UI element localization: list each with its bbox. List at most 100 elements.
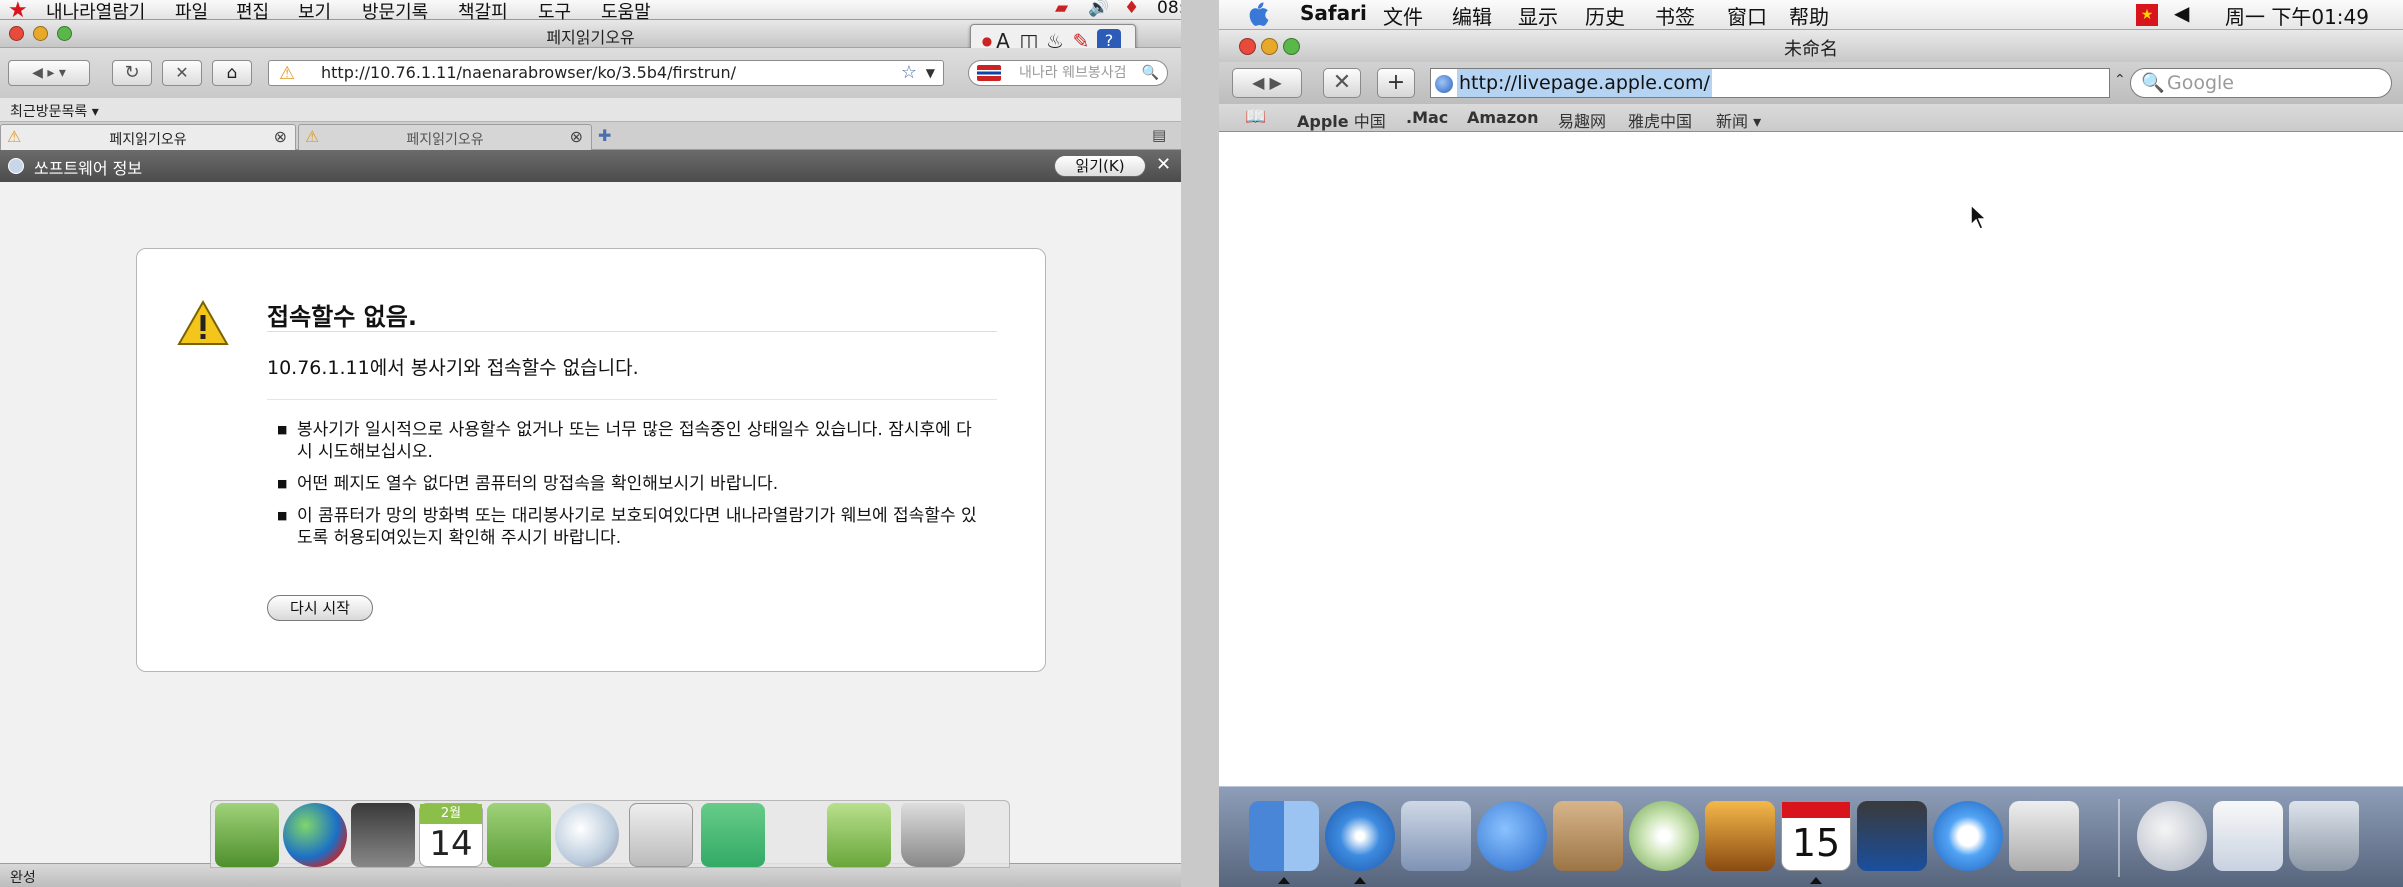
list-item: 어떤 페지도 열수 없다면 콤퓨터의 망접속을 확인해보시기 바랍니다. <box>277 473 977 495</box>
running-indicator <box>1278 877 1290 884</box>
stop-button[interactable]: ✕ <box>1323 68 1361 98</box>
dock-system-tools-icon[interactable] <box>701 803 765 867</box>
chevron-down-icon[interactable]: ▼ <box>926 61 935 85</box>
dock-address-book-icon[interactable] <box>1553 801 1623 871</box>
left-tab-bar: ⚠ 페지읽기오유 ⊗ ⚠ 페지읽기오유 ⊗ ✚ ▤ <box>0 122 1181 150</box>
read-button[interactable]: 읽기(K) <box>1054 155 1146 177</box>
close-tab-icon[interactable]: ⊗ <box>570 127 583 146</box>
dock-address-book-icon[interactable] <box>487 803 551 867</box>
volume-icon[interactable]: 🔊 <box>1088 0 1109 18</box>
dock-itunes-icon[interactable] <box>1629 801 1699 871</box>
menu-item-history[interactable]: 历史 <box>1585 1 1625 30</box>
lock-icon[interactable]: ♦ <box>1124 0 1139 18</box>
left-screen: ★ 내나라열람기 파일 편집 보기 방문기록 책갈피 도구 도움말 ▰ 🔊 ♦ … <box>0 0 1181 887</box>
star-bookmark-icon[interactable]: ☆ <box>901 61 917 85</box>
menu-item-help[interactable]: 帮助 <box>1789 1 1829 30</box>
dock-quicktime-icon[interactable] <box>1933 801 2003 871</box>
stop-button[interactable]: ✕ <box>162 60 202 86</box>
warning-icon: ⚠ <box>279 63 296 84</box>
dock-document-icon[interactable] <box>2213 801 2283 871</box>
right-menubar: Safari 文件 编辑 显示 历史 书签 窗口 帮助 ★ ◀ 周一 下午01:… <box>1219 0 2403 30</box>
dock-ichat-icon[interactable] <box>1477 801 1547 871</box>
menu-item-bookmarks[interactable]: 书签 <box>1655 1 1695 30</box>
bookmark-eachnet[interactable]: 易趣网 <box>1558 108 1606 132</box>
tab-inactive[interactable]: ⚠ 페지읽기오유 ⊗ <box>298 124 592 150</box>
page-content: 접속할수 없음. 10.76.1.11에서 봉사기와 접속할수 없습니다. 봉사… <box>0 182 1181 863</box>
dock-magnifier-icon[interactable] <box>555 803 619 867</box>
tab-active[interactable]: ⚠ 페지읽기오유 ⊗ <box>0 124 296 150</box>
dock-safari-icon[interactable] <box>1325 801 1395 871</box>
home-button[interactable]: ⌂ <box>212 60 252 86</box>
clock[interactable]: 08:57 <box>1157 0 1181 18</box>
dock-calendar-icon[interactable]: 2월 14 <box>419 803 483 867</box>
address-bar[interactable]: http://livepage.apple.com/ <box>1430 68 2110 98</box>
bookmark-apple[interactable]: Apple 中国 <box>1297 108 1386 132</box>
back-forward-buttons[interactable]: ◀ ▶ <box>1232 68 1302 98</box>
book-icon[interactable]: 📖 <box>1245 107 1266 127</box>
globe-icon <box>1435 75 1453 93</box>
notification-bar: 쏘프트웨어 정보 읽기(K) ✕ <box>0 150 1181 182</box>
search-icon[interactable]: 🔍 <box>1142 61 1159 85</box>
bookmark-amazon[interactable]: Amazon <box>1467 108 1539 127</box>
clock[interactable]: 周一 下午01:49 <box>2225 1 2369 30</box>
bookmark-mac[interactable]: .Mac <box>1406 108 1448 127</box>
dock-trash-icon[interactable] <box>901 803 965 867</box>
dock-separator <box>2118 799 2120 877</box>
retry-button[interactable]: 다시 시작 <box>267 595 373 621</box>
input-flag-icon[interactable]: ★ <box>2136 4 2158 26</box>
google-search-input[interactable]: 🔍 Google <box>2130 68 2392 98</box>
back-forward-buttons[interactable]: ◀ ▸ ▾ <box>8 60 90 86</box>
search-placeholder: 내나라 웨브봉사검 <box>1019 65 1127 81</box>
menu-item-window[interactable]: 窗口 <box>1727 1 1767 30</box>
add-bookmark-button[interactable]: + <box>1377 68 1415 98</box>
search-engine-icon[interactable] <box>977 65 1001 81</box>
safari-bookmarks-bar: 📖 Apple 中国 .Mac Amazon 易趣网 雅虎中国 新闻 ▾ <box>1219 104 2403 132</box>
dock-finder-icon[interactable] <box>1249 801 1319 871</box>
safari-titlebar: 未命名 <box>1219 30 2403 62</box>
dock-trash-icon[interactable] <box>2289 801 2359 871</box>
dock-iphoto-icon[interactable] <box>1705 801 1775 871</box>
bookmark-news-menu[interactable]: 新闻 ▾ <box>1716 108 1761 132</box>
recent-visits-menu[interactable]: 최근방문목록 ▾ <box>10 101 99 121</box>
screen-divider <box>1181 0 1219 887</box>
search-icon[interactable]: 🔍 <box>2141 69 2165 97</box>
reload-button[interactable]: ↻ <box>112 60 152 86</box>
menu-item-safari[interactable]: Safari <box>1300 1 1367 25</box>
dock-browser-globe-icon[interactable] <box>283 803 347 867</box>
calendar-header <box>1782 802 1850 818</box>
bookmark-yahoo-china[interactable]: 雅虎中国 <box>1628 108 1692 132</box>
dock-video-clapper-icon[interactable] <box>351 803 415 867</box>
volume-icon[interactable]: ◀ <box>2174 1 2189 25</box>
dock-ical-icon[interactable]: 15 <box>1781 801 1851 871</box>
dock-imovie-icon[interactable] <box>1857 801 1927 871</box>
mouse-cursor-icon <box>1970 204 1988 230</box>
right-screen: Safari 文件 编辑 显示 历史 书签 窗口 帮助 ★ ◀ 周一 下午01:… <box>1219 0 2403 887</box>
apple-logo-icon[interactable] <box>1247 1 1269 27</box>
menu-item-view[interactable]: 显示 <box>1518 1 1558 30</box>
menu-item-file[interactable]: 文件 <box>1383 1 1423 30</box>
divider <box>267 331 997 332</box>
dock-mail-server-icon[interactable] <box>2137 801 2207 871</box>
snapback-icon[interactable]: ⌃ <box>2114 72 2126 88</box>
error-suggestions: 봉사기가 일시적으로 사용할수 없거나 또는 너무 많은 접속중인 상태일수 있… <box>277 419 977 559</box>
address-bar[interactable]: ⚠ http://10.76.1.11/naenarabrowser/ko/3.… <box>268 60 944 86</box>
dock-system-preferences-icon[interactable] <box>2009 801 2079 871</box>
status-text: 완성 <box>10 870 36 886</box>
search-input[interactable]: 내나라 웨브봉사검 🔍 <box>968 60 1168 86</box>
flag-icon[interactable]: ▰ <box>1055 0 1068 18</box>
list-item: 봉사기가 일시적으로 사용할수 없거나 또는 너무 많은 접속중인 상태일수 있… <box>277 419 977 463</box>
tab-label: 페지읽기오유 <box>406 132 484 148</box>
tab-list-icon[interactable]: ▤ <box>1152 126 1166 144</box>
info-icon <box>8 158 24 174</box>
close-notification-icon[interactable]: ✕ <box>1156 154 1171 175</box>
error-message: 10.76.1.11에서 봉사기와 접속할수 없습니다. <box>267 357 639 379</box>
menu-item-edit[interactable]: 编辑 <box>1452 1 1492 30</box>
safari-toolbar: ◀ ▶ ✕ + http://livepage.apple.com/ ⌃ 🔍 G… <box>1219 62 2403 104</box>
dock-calculator-icon[interactable] <box>629 803 693 867</box>
calendar-day: 14 <box>429 824 473 864</box>
dock-folder-icon[interactable] <box>827 803 891 867</box>
close-tab-icon[interactable]: ⊗ <box>274 127 287 146</box>
dock-mail-icon[interactable] <box>1401 801 1471 871</box>
dock-bookmark-app-icon[interactable] <box>215 803 279 867</box>
new-tab-icon[interactable]: ✚ <box>598 126 611 145</box>
